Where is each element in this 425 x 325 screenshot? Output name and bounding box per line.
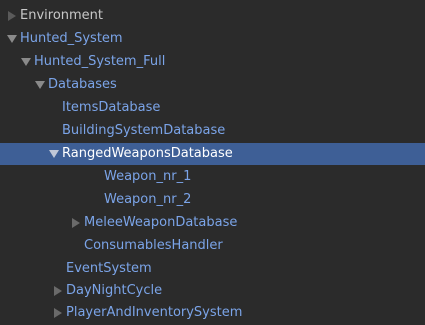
hierarchy-item-playerandinventorysystem[interactable]: PlayerAndInventorySystem bbox=[0, 302, 425, 324]
hierarchy-item-itemsdatabase[interactable]: ItemsDatabase bbox=[0, 97, 425, 119]
hierarchy-item-label: Weapon_nr_2 bbox=[104, 192, 192, 207]
expanded-arrow-icon[interactable] bbox=[6, 33, 18, 45]
hierarchy-item-label: Databases bbox=[48, 77, 117, 92]
expanded-arrow-icon[interactable] bbox=[34, 79, 46, 91]
hierarchy-item-label: ConsumablesHandler bbox=[84, 238, 223, 253]
hierarchy-item-label: Hunted_System_Full bbox=[34, 54, 166, 69]
expanded-arrow-icon[interactable] bbox=[48, 148, 60, 160]
hierarchy-item-label: Weapon_nr_1 bbox=[104, 169, 192, 184]
hierarchy-item-consumableshandler[interactable]: ConsumablesHandler bbox=[0, 235, 425, 257]
hierarchy-item-rangedweaponsdatabase[interactable]: RangedWeaponsDatabase bbox=[0, 143, 425, 165]
hierarchy-item-label: Environment bbox=[20, 8, 104, 23]
hierarchy-item-eventsystem[interactable]: EventSystem bbox=[0, 258, 425, 280]
hierarchy-item-label: PlayerAndInventorySystem bbox=[66, 305, 243, 320]
hierarchy-item-meleeweapondatabase[interactable]: MeleeWeaponDatabase bbox=[0, 212, 425, 234]
hierarchy-item-label: MeleeWeaponDatabase bbox=[84, 215, 238, 230]
hierarchy-item-label: EventSystem bbox=[66, 261, 152, 276]
hierarchy-item-label: BuildingSystemDatabase bbox=[62, 123, 226, 138]
hierarchy-item-databases[interactable]: Databases bbox=[0, 74, 425, 96]
hierarchy-item-label: Hunted_System bbox=[20, 31, 123, 46]
collapsed-arrow-icon[interactable] bbox=[6, 10, 18, 22]
hierarchy-item-label: RangedWeaponsDatabase bbox=[62, 146, 233, 161]
collapsed-arrow-icon[interactable] bbox=[52, 285, 64, 297]
hierarchy-item-environment[interactable]: Environment bbox=[0, 5, 425, 27]
hierarchy-item-hunted-system-full[interactable]: Hunted_System_Full bbox=[0, 51, 425, 73]
hierarchy-item-label: ItemsDatabase bbox=[62, 100, 161, 115]
hierarchy-item-label: DayNightCycle bbox=[66, 283, 163, 298]
hierarchy-item-weapon-nr-2[interactable]: Weapon_nr_2 bbox=[0, 189, 425, 211]
hierarchy-item-daynightcycle[interactable]: DayNightCycle bbox=[0, 280, 425, 302]
collapsed-arrow-icon[interactable] bbox=[52, 307, 64, 319]
hierarchy-panel: Environment Hunted_System Hunted_System_… bbox=[0, 0, 425, 325]
hierarchy-item-hunted-system[interactable]: Hunted_System bbox=[0, 28, 425, 50]
expanded-arrow-icon[interactable] bbox=[20, 56, 32, 68]
collapsed-arrow-icon[interactable] bbox=[70, 217, 82, 229]
hierarchy-item-buildingsystemdatabase[interactable]: BuildingSystemDatabase bbox=[0, 120, 425, 142]
hierarchy-item-weapon-nr-1[interactable]: Weapon_nr_1 bbox=[0, 166, 425, 188]
